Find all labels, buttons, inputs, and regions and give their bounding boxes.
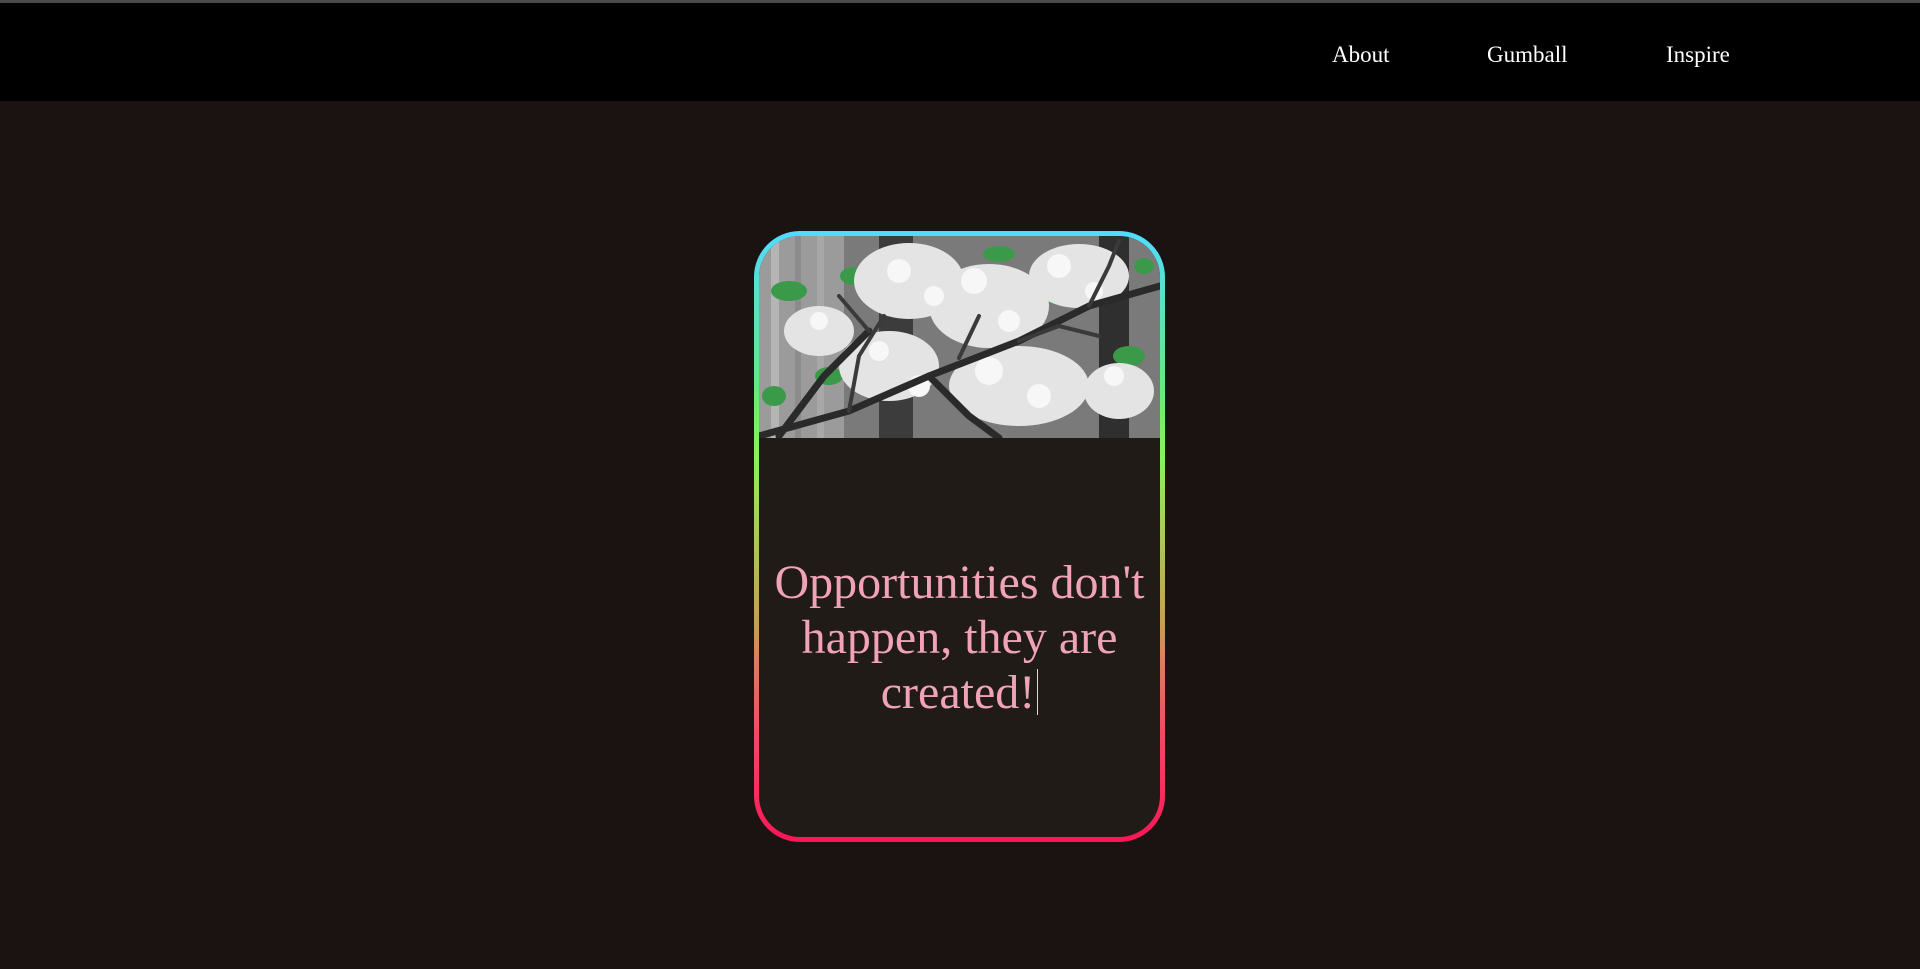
inspirational-quote: Opportunities don't happen, they are cre… bbox=[759, 555, 1160, 720]
quote-card-gradient-border: Opportunities don't happen, they are cre… bbox=[754, 231, 1165, 842]
nav-link-gumball[interactable]: Gumball bbox=[1487, 41, 1568, 69]
nav-link-inspire[interactable]: Inspire bbox=[1666, 41, 1730, 69]
text-cursor bbox=[1037, 669, 1039, 715]
top-navbar: About Gumball Inspire bbox=[0, 3, 1920, 101]
quote-text: Opportunities don't happen, they are cre… bbox=[774, 556, 1145, 719]
quote-card: Opportunities don't happen, they are cre… bbox=[759, 236, 1160, 837]
cherry-blossom-photo bbox=[759, 236, 1160, 438]
nav-link-about[interactable]: About bbox=[1332, 41, 1390, 69]
